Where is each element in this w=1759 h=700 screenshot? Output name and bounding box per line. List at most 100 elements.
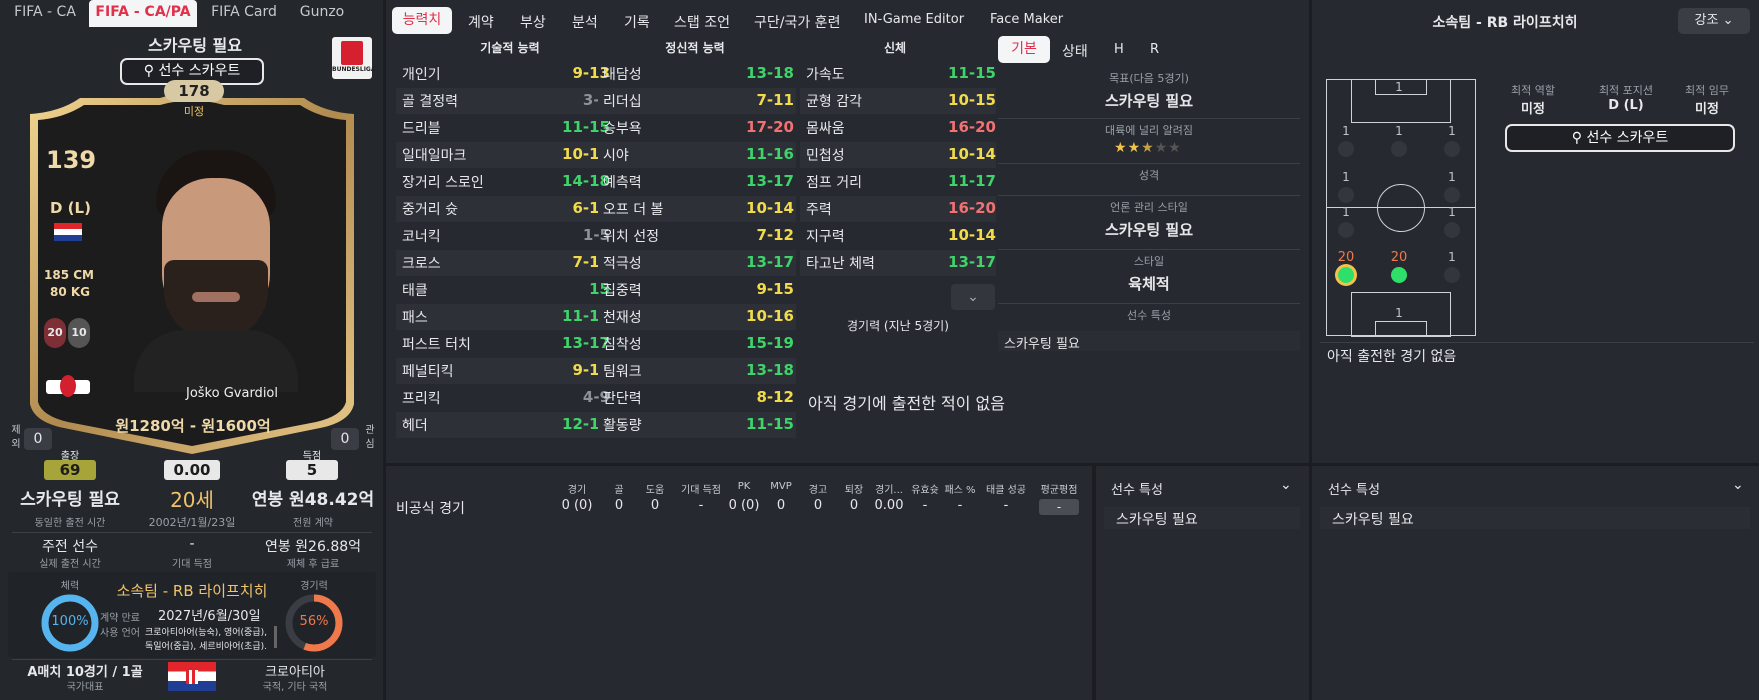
side-info-label: 스타일 — [1133, 255, 1165, 268]
traits-panel-1 — [1096, 466, 1309, 700]
attribute-name: 오프 더 볼 — [603, 202, 664, 218]
tab-condition[interactable]: 상태 — [1062, 41, 1088, 61]
attribute-name: 장거리 스로인 — [402, 175, 484, 191]
attribute-name: 주력 — [806, 202, 832, 218]
attribute-value: 13-18 — [746, 361, 794, 379]
pitch-position-dot[interactable] — [1391, 141, 1407, 157]
attribute-name: 집중력 — [603, 283, 642, 299]
pitch-position-dot[interactable] — [1338, 222, 1354, 238]
header-mental: 정신적 능력 — [665, 41, 725, 55]
attribute-value: 10-14 — [948, 226, 996, 244]
attribute-name: 리더십 — [603, 94, 642, 110]
tab-face-maker[interactable]: Face Maker — [990, 12, 1063, 27]
attribute-value: 16-20 — [948, 199, 996, 217]
traits-panel-2-value: 스카우팅 필요 — [1332, 512, 1414, 528]
league-logo-mark — [341, 41, 363, 65]
attribute-name: 드리블 — [402, 121, 441, 137]
side-info-label: 선수 특성 — [1127, 309, 1171, 322]
card-weight: 80 KG — [50, 285, 91, 299]
search-icon: ⚲ — [143, 63, 155, 79]
match-row-label: 비공식 경기 — [396, 501, 465, 517]
star-icon: ★ — [1114, 140, 1128, 156]
sharpness-value: 56% — [299, 614, 329, 629]
star-empty-icon: ★ — [1168, 140, 1182, 156]
attribute-value: 10-14 — [948, 145, 996, 163]
attribute-name: 타고난 체력 — [806, 256, 875, 272]
best-pos-value: D (L) — [1608, 98, 1644, 113]
highlight-button[interactable]: 강조 ⌄ — [1678, 8, 1750, 34]
attribute-name: 대담성 — [603, 67, 642, 83]
info-exp-goals-sub: 기대 득점 — [172, 559, 212, 570]
league-logo-text: BUNDESLIGA — [332, 66, 376, 73]
tab-injury[interactable]: 부상 — [520, 12, 546, 32]
attribute-name: 패스 — [402, 310, 428, 326]
no-games-text: 아직 경기에 출전한 적이 없음 — [808, 394, 1005, 413]
pitch-position-number: 1 — [1342, 170, 1350, 184]
right-scout-button[interactable]: ⚲ 선수 스카우트 — [1505, 124, 1735, 152]
best-role-label: 최적 역할 — [1511, 84, 1555, 97]
attribute-value: 10-15 — [948, 91, 996, 109]
caps-sub: 국가대표 — [66, 682, 104, 693]
match-table-header[interactable]: 태클 성공 — [978, 481, 1034, 496]
pitch-position-dot[interactable] — [1338, 187, 1354, 203]
attribute-name: 크로스 — [402, 256, 441, 272]
club-box-scrollbar[interactable] — [274, 626, 277, 648]
tab-r[interactable]: R — [1150, 42, 1159, 57]
attribute-name: 퍼스트 터치 — [402, 337, 471, 353]
best-pos-label: 최적 포지션 — [1598, 84, 1654, 97]
pitch-position-dot[interactable] — [1444, 222, 1460, 238]
tab-basic[interactable]: 기본 — [998, 36, 1050, 63]
attribute-name: 중거리 슛 — [402, 202, 458, 218]
side-info-divider — [998, 118, 1300, 119]
right-divider — [1320, 342, 1754, 343]
languages-line1: 크로아티아어(능숙), 영어(중급), — [145, 628, 267, 638]
attribute-name: 팀워크 — [603, 364, 642, 380]
tab-fifa-card[interactable]: FIFA Card — [205, 0, 283, 27]
tab-records[interactable]: 기록 — [624, 12, 650, 32]
attribute-value: 10-16 — [746, 307, 794, 325]
tab-gunzo[interactable]: Gunzo — [293, 0, 351, 27]
pitch-position-dot[interactable] — [1444, 187, 1460, 203]
foot-right: 10 — [68, 318, 90, 348]
rating-value: 0.00 — [164, 460, 220, 480]
pitch-position-number: 1 — [1448, 170, 1456, 184]
tab-ingame-editor[interactable]: IN-Game Editor — [864, 12, 964, 27]
best-duty-value: 미정 — [1695, 102, 1719, 117]
pitch-position-number: 20 — [1390, 250, 1408, 265]
tab-analysis[interactable]: 분석 — [572, 12, 598, 32]
national-divider — [12, 659, 372, 660]
croatia-large-flag-icon — [168, 662, 216, 691]
attribute-value: 9-15 — [756, 280, 794, 298]
tab-staff-advice[interactable]: 스탭 조언 — [674, 12, 730, 32]
pitch-position-dot[interactable] — [1338, 267, 1354, 283]
pitch-position-dot[interactable] — [1444, 141, 1460, 157]
tab-fifa-ca-pa[interactable]: FIFA - CA/PA — [89, 0, 197, 27]
chevron-down-icon[interactable]: ⌄ — [1732, 477, 1744, 493]
preferred-foot-badge: 20 10 — [44, 318, 90, 348]
attribute-name: 승부욕 — [603, 121, 642, 137]
pitch-position-dot[interactable] — [1338, 141, 1354, 157]
apps-value: 69 — [44, 460, 96, 480]
side-info-value: 스카우팅 필요 — [1104, 221, 1194, 239]
expand-button[interactable]: ⌄ — [951, 284, 995, 310]
info-wage2-sub: 제체 후 급료 — [286, 559, 340, 570]
tab-training[interactable]: 구단/국가 훈련 — [754, 12, 840, 32]
tab-contract[interactable]: 계약 — [468, 12, 494, 32]
exclude-label: 제외 — [11, 425, 21, 450]
side-info-divider — [998, 195, 1300, 196]
side-info-divider — [998, 163, 1300, 164]
match-table-header[interactable]: 평균평점 — [1031, 481, 1087, 496]
club-name: 소속팀 - RB 라이프치히 — [116, 582, 268, 600]
pitch-position-dot[interactable] — [1444, 267, 1460, 283]
tab-fifa-ca[interactable]: FIFA - CA — [6, 0, 84, 27]
scout-player-label: 선수 스카우트 — [158, 63, 241, 79]
pitch-position-dot[interactable] — [1391, 267, 1407, 283]
chevron-down-icon[interactable]: ⌄ — [1280, 477, 1292, 493]
attribute-name: 민첩성 — [806, 148, 845, 164]
tab-h[interactable]: H — [1114, 42, 1124, 57]
attribute-name: 태클 — [402, 283, 428, 299]
attribute-name: 개인기 — [402, 67, 441, 83]
attribute-name: 가속도 — [806, 67, 845, 83]
info-exp-goals: - — [189, 536, 195, 552]
tab-attributes[interactable]: 능력치 — [392, 7, 452, 34]
